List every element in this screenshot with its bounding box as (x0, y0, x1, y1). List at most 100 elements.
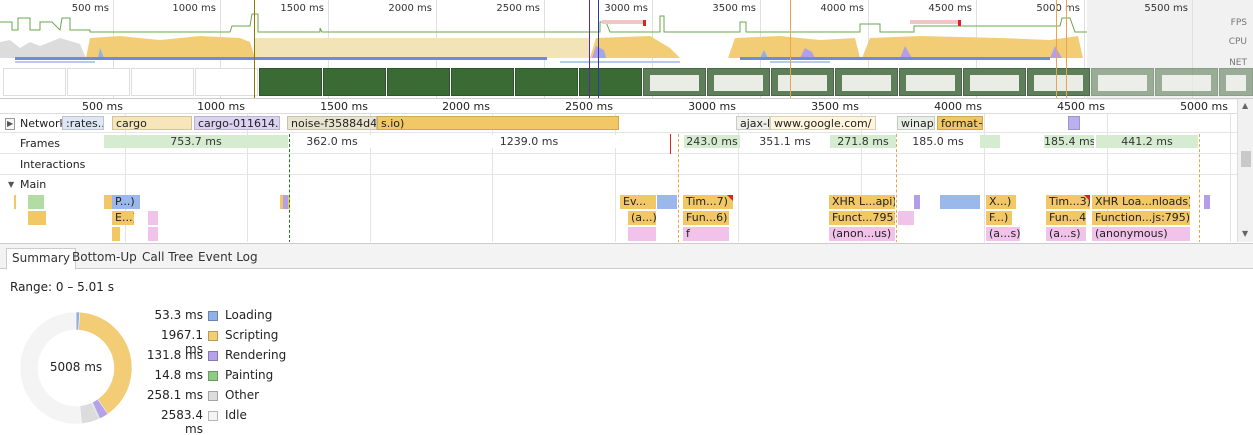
frame[interactable]: 753.7 ms (104, 135, 288, 148)
legend-row-rendering: 131.8 ms Rendering (140, 348, 340, 364)
frame[interactable]: 351.1 ms (742, 135, 828, 148)
network-request[interactable]: s.io) (377, 116, 619, 130)
tab-summary[interactable]: Summary (6, 248, 76, 270)
scrollbar-thumb[interactable] (1241, 151, 1251, 167)
tab-call-tree[interactable]: Call Tree (137, 248, 198, 270)
loading-value: 53.3 ms (154, 308, 203, 322)
flame-event[interactable]: X...) (986, 195, 1016, 209)
flame-event[interactable]: (a...) (628, 211, 656, 225)
flame-event[interactable] (283, 195, 288, 209)
flame-event[interactable] (898, 211, 914, 225)
overview-marker (1056, 0, 1057, 98)
flame-event[interactable]: (anon...us) (829, 227, 895, 241)
flame-event[interactable]: Fun...4) (1046, 211, 1086, 225)
flame-event[interactable]: Tim...7) (683, 195, 733, 209)
marker-line (678, 134, 679, 242)
flame-event[interactable] (940, 195, 980, 209)
flame-event[interactable]: Funct...795) (829, 211, 895, 225)
filmstrip-frame (899, 68, 962, 96)
frame[interactable]: 243.0 ms (684, 135, 740, 148)
ruler-tick-label: 3500 ms (811, 100, 859, 113)
net-track-label: NET (1229, 58, 1247, 68)
tab-event-log[interactable]: Event Log (193, 248, 263, 270)
ruler-tick-label: 5000 ms (1180, 100, 1228, 113)
filmstrip-frame (1027, 68, 1090, 96)
overview-marker (1066, 0, 1067, 98)
scroll-up-icon[interactable]: ▲ (1242, 101, 1248, 110)
collapse-main-icon[interactable]: ▼ (8, 180, 14, 189)
ruler-tick-label: 1500 ms (320, 100, 368, 113)
flame-event[interactable]: XHR Loa...nloads) (1092, 195, 1190, 209)
flame-event[interactable] (628, 227, 656, 241)
flame-event[interactable]: Tim...3) (1046, 195, 1090, 209)
marker-line (896, 134, 897, 242)
details-tab-bar: Summary Bottom-Up Call Tree Event Log (0, 243, 1253, 270)
flame-event[interactable] (1204, 195, 1210, 209)
timeline-overview[interactable]: 500 ms 1000 ms 1500 ms 2000 ms 2500 ms 3… (0, 0, 1253, 100)
filmstrip-frame (1091, 68, 1154, 96)
network-request[interactable]: format+e (937, 116, 983, 130)
main-thread-track[interactable]: ▼ Main P...) Ev... Tim...7) XHR L...api)… (0, 177, 1237, 242)
filmstrip-frame (323, 68, 386, 96)
flame-event[interactable]: (anonymous) (1092, 227, 1190, 241)
other-label: Other (225, 388, 260, 402)
network-request[interactable]: noise-f35884d4... (287, 116, 377, 130)
flame-event[interactable]: XHR L...api) (829, 195, 895, 209)
scroll-down-icon[interactable]: ▼ (1242, 229, 1248, 238)
flame-event[interactable] (148, 227, 158, 241)
scripting-swatch (208, 331, 218, 341)
flame-event[interactable] (104, 195, 112, 209)
flame-event[interactable] (14, 195, 16, 209)
idle-label: Idle (225, 408, 247, 422)
legend-row-other: 258.1 ms Other (140, 388, 340, 404)
vertical-scrollbar[interactable]: ▲ ▼ (1237, 99, 1253, 242)
frame[interactable]: 271.8 ms (830, 135, 896, 148)
overview-marker (790, 0, 791, 98)
flame-event[interactable] (148, 211, 158, 225)
network-request[interactable]: cargo (112, 116, 192, 130)
frames-track-label: Frames (20, 137, 61, 150)
filmstrip-frame (643, 68, 706, 96)
filmstrip-frame (835, 68, 898, 96)
flame-event[interactable]: E...) (112, 211, 134, 225)
frame[interactable]: 185.0 ms (898, 135, 978, 148)
flame-chart[interactable]: 500 ms 1000 ms 1500 ms 2000 ms 2500 ms 3… (0, 98, 1253, 242)
frame[interactable] (980, 135, 1000, 148)
frame[interactable]: 185.4 ms (1044, 135, 1094, 148)
filmstrip-frame (387, 68, 450, 96)
network-request[interactable]: www.google.com/ (r (770, 116, 876, 130)
tab-bottom-up[interactable]: Bottom-Up (67, 248, 142, 270)
frame[interactable]: 1239.0 ms (375, 135, 683, 148)
flame-event[interactable]: F...) (986, 211, 1012, 225)
flame-event[interactable]: Ev... (620, 195, 656, 209)
flame-event[interactable]: Fun...6) (683, 211, 729, 225)
flame-event[interactable] (28, 195, 44, 209)
flame-event[interactable]: P...) (112, 195, 140, 209)
filmstrip-frame (707, 68, 770, 96)
frames-track[interactable]: Frames 753.7 ms 362.0 ms 1239.0 ms 243.0… (0, 134, 1237, 154)
network-request[interactable]: :rates... (62, 116, 104, 130)
flame-event[interactable] (657, 195, 677, 209)
interactions-track[interactable]: Interactions (0, 155, 1237, 175)
frame[interactable]: 441.2 ms (1096, 135, 1198, 148)
loading-label: Loading (225, 308, 273, 322)
network-request[interactable]: cargo-011614... (194, 116, 280, 130)
filmstrip-frame (963, 68, 1026, 96)
network-track[interactable]: ▶ Network :rates... cargo cargo-011614..… (0, 115, 1237, 133)
marker-line (670, 134, 671, 154)
network-graph (15, 57, 1050, 63)
flame-event[interactable]: (a...s) (1046, 227, 1086, 241)
flame-event[interactable] (914, 195, 920, 209)
expand-network-icon[interactable]: ▶ (5, 118, 15, 130)
flame-event[interactable]: (a...s) (986, 227, 1020, 241)
flame-event[interactable] (112, 227, 120, 241)
network-request[interactable] (1068, 116, 1080, 130)
network-request[interactable]: winap (897, 116, 935, 130)
frame[interactable]: 362.0 ms (290, 135, 374, 148)
flame-event[interactable]: Function...js:795) (1092, 211, 1190, 225)
network-request[interactable]: ajax-lo (736, 116, 770, 130)
legend-row-loading: 53.3 ms Loading (140, 308, 340, 324)
flame-event[interactable]: f (683, 227, 729, 241)
flame-event[interactable] (28, 211, 46, 225)
marker-line (1199, 134, 1200, 242)
